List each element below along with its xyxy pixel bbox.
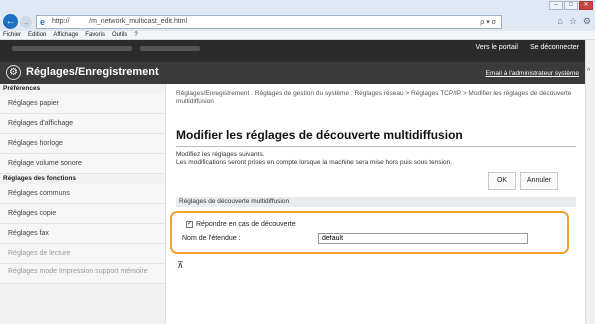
blurred-device-info	[140, 46, 200, 51]
address-tools[interactable]: ρ ▾ σ	[480, 18, 496, 26]
sidebar-section-functions: Réglages des fonctions	[3, 175, 76, 182]
close-button[interactable]: ✕	[579, 1, 593, 10]
logout-link[interactable]: Se déconnecter	[530, 44, 579, 51]
admin-email-link[interactable]: Email à l'administrateur système	[486, 70, 579, 77]
sidebar-item-common[interactable]: Réglages communs	[0, 184, 165, 204]
sidebar: Préférences Réglages papier Réglages d'a…	[0, 84, 166, 324]
home-icon[interactable]: ⌂	[557, 16, 562, 27]
description-line-1: Modifiez les réglages suivants.	[176, 151, 265, 158]
settings-gear-icon: ⚙	[6, 65, 21, 80]
page-title: Modifier les réglages de découverte mult…	[176, 128, 463, 142]
menu-favorites[interactable]: Favoris	[85, 31, 105, 39]
maximize-button[interactable]: □	[564, 1, 578, 10]
menu-help[interactable]: ?	[134, 31, 137, 39]
page-description: Modifiez les réglages suivants. Les modi…	[176, 151, 452, 167]
sidebar-item-memory-print[interactable]: Réglages mode Impression support mémoire	[0, 264, 165, 284]
breadcrumb: Réglages/Enregistrement : Réglages de ge…	[176, 90, 572, 105]
sidebar-item-fax[interactable]: Réglages fax	[0, 224, 165, 244]
scroll-up-arrow-icon[interactable]: ^	[587, 68, 590, 75]
menu-bar: Fichier Edition Affichage Favoris Outils…	[0, 31, 595, 40]
favorites-star-icon[interactable]: ☆	[569, 16, 577, 27]
main-content: Réglages/Enregistrement : Réglages de ge…	[170, 84, 580, 324]
page-top-arrow-icon[interactable]: ⊼	[177, 260, 184, 271]
ie-logo-icon: e	[40, 17, 46, 27]
toolbar-icons: ⌂ ☆ ⚙	[557, 16, 591, 27]
minimize-button[interactable]: –	[549, 1, 563, 10]
header-top-bar: Vers le portail Se déconnecter	[0, 40, 585, 62]
header-title-bar: ⚙ Réglages/Enregistrement Email à l'admi…	[0, 62, 585, 84]
address-url: http:// /m_network_multicast_edit.html	[52, 18, 188, 25]
browser-navbar: ← → e http:// /m_network_multicast_edit.…	[0, 12, 595, 31]
menu-file[interactable]: Fichier	[3, 31, 21, 39]
page-header: Vers le portail Se déconnecter ⚙ Réglage…	[0, 40, 585, 84]
sidebar-item-volume[interactable]: Réglage volume sonore	[0, 154, 165, 174]
menu-tools[interactable]: Outils	[112, 31, 127, 39]
sidebar-item-copy[interactable]: Réglages copie	[0, 204, 165, 224]
cancel-button[interactable]: Annuler	[520, 172, 558, 190]
sidebar-item-scan[interactable]: Réglages de lecture	[0, 244, 165, 264]
settings-gear-icon[interactable]: ⚙	[583, 16, 591, 27]
page-header-title: Réglages/Enregistrement	[26, 66, 159, 78]
scrollbar[interactable]: ^	[585, 40, 595, 324]
sidebar-item-clock[interactable]: Réglages horloge	[0, 134, 165, 154]
section-header: Réglages de découverte multidiffusion	[176, 197, 576, 207]
back-arrow-icon[interactable]: ←	[3, 14, 18, 29]
window-controls: – □ ✕	[549, 1, 593, 10]
sidebar-section-preferences: Préférences	[3, 85, 41, 92]
ok-button[interactable]: OK	[488, 172, 516, 190]
forward-arrow-icon[interactable]: →	[20, 16, 32, 28]
description-line-2: Les modifications seront prises en compt…	[176, 159, 453, 166]
title-divider	[176, 146, 576, 147]
header-links: Vers le portail Se déconnecter	[476, 44, 579, 51]
window-titlebar: – □ ✕	[0, 0, 595, 12]
menu-view[interactable]: Affichage	[53, 31, 78, 39]
portal-link[interactable]: Vers le portail	[476, 44, 518, 51]
highlight-callout	[170, 211, 569, 254]
address-bar[interactable]: e http:// /m_network_multicast_edit.html…	[36, 15, 502, 29]
sidebar-item-paper[interactable]: Réglages papier	[0, 94, 165, 114]
sidebar-item-display[interactable]: Réglages d'affichage	[0, 114, 165, 134]
menu-edit[interactable]: Edition	[28, 31, 46, 39]
blurred-device-name	[12, 46, 132, 51]
